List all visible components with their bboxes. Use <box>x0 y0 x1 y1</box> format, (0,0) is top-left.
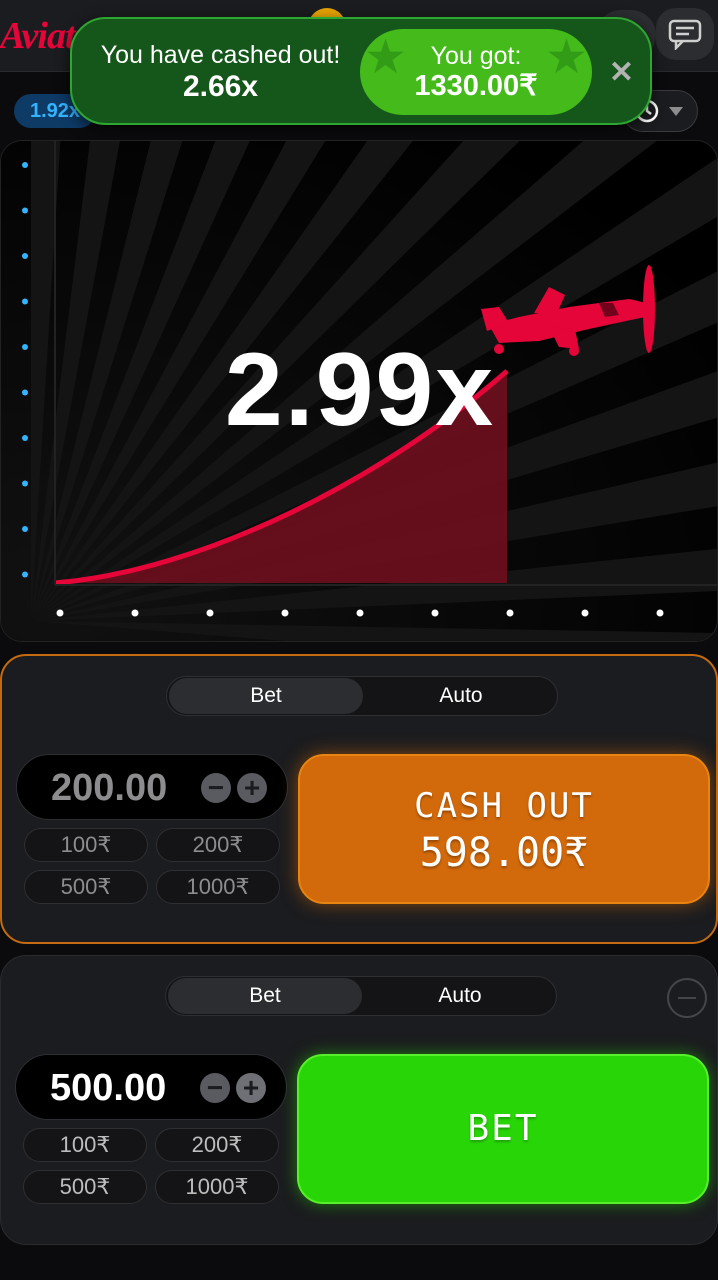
bet-amount-stepper[interactable]: 500.00 − + <box>15 1054 287 1120</box>
quick-amount-chip[interactable]: 100₹ <box>24 828 148 862</box>
x-axis-dot <box>656 609 664 617</box>
bet-amount-stepper[interactable]: 200.00 − + <box>16 754 288 820</box>
star-icon: ★ <box>544 31 588 84</box>
current-multiplier: 2.99x <box>224 332 496 448</box>
close-icon[interactable]: ✕ <box>609 55 634 90</box>
quick-amount-chip[interactable]: 1000₹ <box>156 870 280 904</box>
decrease-bet-button[interactable]: − <box>201 773 231 803</box>
bet-mode-tabs: Bet Auto <box>165 976 557 1016</box>
chat-bubble-icon <box>668 19 702 50</box>
aviator-game-screen: Aviat 1.92x You have cashed out! 2.66x ★… <box>0 0 718 1280</box>
x-axis-dot <box>506 609 514 617</box>
aviator-logo: Aviat <box>0 15 76 57</box>
game-canvas: 2.99x <box>0 140 718 642</box>
increase-bet-button[interactable]: + <box>237 773 267 803</box>
cash-out-label: CASH OUT <box>414 786 594 826</box>
cashout-message: You have cashed out! 2.66x <box>78 39 363 103</box>
cashout-message-text: You have cashed out! <box>100 41 341 69</box>
tab-auto[interactable]: Auto <box>362 977 558 1015</box>
y-axis-dot <box>22 162 28 168</box>
quick-amount-chip[interactable]: 500₹ <box>23 1170 147 1204</box>
bet-button[interactable]: BET <box>297 1054 709 1204</box>
y-axis-dot <box>22 571 28 578</box>
bet-panel-1: Bet Auto 200.00 − + 100₹ 200₹ 500₹ 1000₹… <box>0 654 718 944</box>
tab-bet[interactable]: Bet <box>169 678 363 714</box>
cashout-multiplier: 2.66x <box>182 70 259 103</box>
win-amount-badge: ★ ★ You got: 1330.00₹ <box>360 29 592 115</box>
y-axis-dot <box>22 480 28 487</box>
y-axis-dot <box>22 526 28 532</box>
decrease-bet-button[interactable]: − <box>200 1073 230 1103</box>
tab-bet[interactable]: Bet <box>168 978 362 1014</box>
cashout-notification: You have cashed out! 2.66x ★ ★ You got: … <box>70 17 652 125</box>
cash-out-button[interactable]: CASH OUT 598.00₹ <box>298 754 710 904</box>
bet-panel-2: Bet Auto 500.00 − + 100₹ 200₹ 500₹ 1000₹… <box>0 955 718 1245</box>
quick-amount-chip[interactable]: 1000₹ <box>155 1170 279 1204</box>
bet-amount-value: 200.00 <box>51 767 168 809</box>
x-axis-dot <box>356 609 364 617</box>
x-axis-dot <box>281 609 289 617</box>
x-axis-dot <box>56 609 64 617</box>
win-amount: 1330.00₹ <box>414 70 538 102</box>
remove-panel-button[interactable] <box>667 978 707 1018</box>
star-icon: ★ <box>364 31 408 84</box>
win-label: You got: <box>430 42 522 70</box>
bet-amount-value: 500.00 <box>50 1067 167 1109</box>
y-axis-dot <box>22 298 28 305</box>
tab-auto[interactable]: Auto <box>363 677 559 715</box>
quick-amount-chip[interactable]: 200₹ <box>156 828 280 862</box>
bet-mode-tabs: Bet Auto <box>166 676 558 716</box>
y-axis-dot <box>22 253 28 259</box>
chevron-down-icon <box>669 107 683 116</box>
chat-button[interactable] <box>656 8 714 60</box>
quick-amount-chip[interactable]: 100₹ <box>23 1128 147 1162</box>
increase-bet-button[interactable]: + <box>236 1073 266 1103</box>
cash-out-amount: 598.00₹ <box>419 830 589 876</box>
x-axis-dot <box>431 609 439 617</box>
x-axis-dot <box>206 609 214 617</box>
quick-amount-chip[interactable]: 200₹ <box>155 1128 279 1162</box>
quick-amount-chip[interactable]: 500₹ <box>24 870 148 904</box>
x-axis-dot <box>131 609 139 617</box>
y-axis-dot <box>22 207 28 214</box>
x-axis-dot <box>581 609 589 617</box>
